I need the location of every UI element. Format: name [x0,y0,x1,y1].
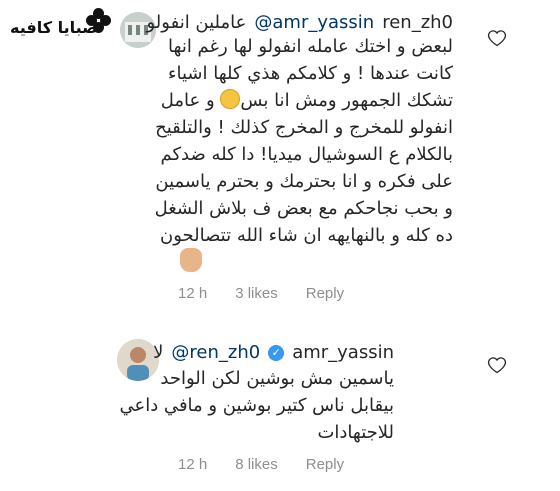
raised-hand-emoji [180,248,202,272]
comment-line: على فكره و انا بحترمك و بحترم ياسمين [155,171,453,192]
comment-line: ياسمين مش بوشين لكن الواحد [160,368,394,389]
watermark-logo: صبايا كافيه [6,6,116,37]
reply-button[interactable]: Reply [306,456,344,473]
comment-line-text: تشكك الجمهور ومش انا بس [240,90,453,111]
heart-icon[interactable] [487,28,507,48]
username[interactable]: amr_yassin [292,342,394,363]
heart-icon[interactable] [487,355,507,375]
smiley-emoji [220,89,241,109]
comment-line-suffix: و عامل [160,90,215,111]
mention-link[interactable]: @ren_zh0 [171,342,260,363]
comment-text: لا [153,342,164,363]
verified-badge-icon: ✓ [268,344,285,361]
comment-line: للاجتهادات [317,422,394,443]
comment-header: ren_zh0 @amr_yassin عاملين انفولو [147,12,454,33]
mention-link[interactable]: @amr_yassin [254,12,374,33]
reply-button[interactable]: Reply [306,285,344,302]
comment-line: ده كله و بالنهايهه ان شاء الله تتصالحون [159,225,453,246]
comment-time: 12 h [178,456,208,473]
comment-line: تشكك الجمهور ومش انا بس و عامل [123,87,453,114]
comment-header: amr_yassin ✓ @ren_zh0 لا [153,342,394,363]
comment-line: انفولو للمخرج و المخرج كذلك ! والتلقيح [155,117,453,138]
comment-line: بيقابل ناس كتير بوشين و مافي داعي [119,395,394,416]
likes-count[interactable]: 3 likes [235,285,278,302]
watermark-text: صبايا كافيه [10,18,98,37]
comment-text: عاملين انفولو [146,12,247,33]
comment-line: و بحب نجاحكم مع بعض ف بلاش الشغل [154,198,453,219]
likes-count[interactable]: 8 likes [235,456,278,473]
comment-time: 12 h [178,285,208,302]
comment-line: لبعض و اختك عامله انفولو لها رغم انها [168,36,453,57]
flower-icon [86,8,112,34]
comment-body: لبعض و اختك عامله انفولو لها رغم انها كا… [123,33,453,249]
comment-line: كانت عندها ! و كلامكم هذي كلها اشياء [168,63,453,84]
comment-line: بالكلام ع السوشيال ميديا! دا كله ضدكم [160,144,454,165]
comment-meta: 12 h 8 likes Reply [178,456,344,473]
comment-body: ياسمين مش بوشين لكن الواحد بيقابل ناس كت… [94,365,394,446]
username[interactable]: ren_zh0 [382,12,453,33]
comment-meta: 12 h 3 likes Reply [178,285,344,302]
